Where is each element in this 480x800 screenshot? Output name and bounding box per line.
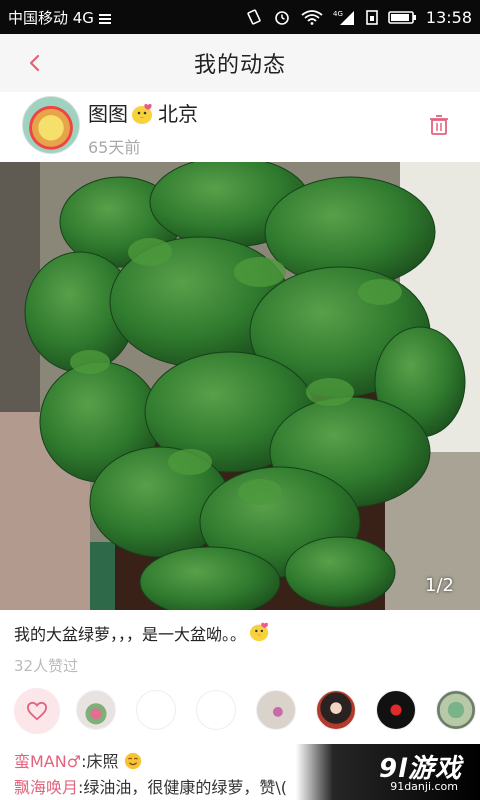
comment-text: :床照 bbox=[81, 752, 119, 771]
likers-row bbox=[0, 686, 480, 736]
battery-icon bbox=[388, 9, 418, 25]
post-timestamp: 65天前 bbox=[88, 138, 141, 157]
avatar[interactable] bbox=[22, 96, 80, 154]
comment-author[interactable]: 蛮MAN♂ bbox=[14, 752, 81, 771]
comment-text: :绿油油，很健康的绿萝，赞\( bbox=[78, 778, 288, 797]
sim-icon bbox=[364, 9, 380, 25]
liker-avatar[interactable] bbox=[376, 690, 416, 730]
like-button[interactable] bbox=[14, 688, 60, 734]
vibrate-icon bbox=[244, 9, 264, 25]
alarm-icon bbox=[272, 9, 292, 25]
chevron-left-icon bbox=[29, 54, 40, 72]
post-photo[interactable]: 1/2 bbox=[0, 162, 480, 610]
comment-item[interactable]: 蛮MAN♂:床照 bbox=[14, 748, 142, 772]
comment-author[interactable]: 飘海唤月 bbox=[14, 778, 78, 797]
status-bar: 中国移动 4G 4G 13:58 bbox=[0, 0, 480, 34]
wifi-icon bbox=[300, 9, 324, 25]
user-line: 图图 北京 bbox=[88, 98, 198, 127]
page-header: 我的动态 bbox=[0, 34, 480, 92]
photo-counter: 1/2 bbox=[425, 575, 454, 596]
liker-avatar[interactable] bbox=[436, 690, 476, 730]
carrier-label: 中国移动 4G bbox=[8, 8, 94, 27]
signal-icon: 4G bbox=[332, 9, 356, 25]
trash-icon bbox=[430, 115, 448, 135]
watermark-url: 91danji.com bbox=[390, 780, 458, 793]
location-label: 北京 bbox=[158, 102, 198, 126]
liker-avatar[interactable] bbox=[196, 690, 236, 730]
liker-avatar[interactable] bbox=[256, 690, 296, 730]
comment-item[interactable]: 飘海唤月:绿油油，很健康的绿萝，赞\( bbox=[14, 774, 287, 798]
like-count[interactable]: 32人赞过 bbox=[14, 655, 78, 676]
delete-button[interactable] bbox=[426, 112, 452, 138]
liker-avatar[interactable] bbox=[76, 690, 116, 730]
smile-emoji-icon bbox=[124, 752, 142, 771]
chick-emoji-icon bbox=[248, 620, 272, 646]
post-caption: 我的大盆绿萝，，，是一大盆呦。。 bbox=[14, 620, 272, 646]
plant-image bbox=[0, 162, 480, 610]
caption-text: 我的大盆绿萝，，，是一大盆呦。。 bbox=[14, 625, 247, 644]
post-header: 图图 北京 65天前 bbox=[0, 92, 480, 162]
menu-icon bbox=[98, 11, 112, 24]
chick-emoji-icon bbox=[130, 101, 156, 125]
clock: 13:58 bbox=[425, 7, 472, 27]
page-title: 我的动态 bbox=[193, 53, 286, 78]
liker-avatar[interactable] bbox=[316, 690, 356, 730]
username[interactable]: 图图 bbox=[88, 98, 128, 127]
network-badge: 4G bbox=[333, 10, 343, 18]
heart-icon bbox=[26, 701, 48, 721]
back-button[interactable] bbox=[18, 46, 52, 80]
liker-avatar[interactable] bbox=[136, 690, 176, 730]
site-watermark: 9l游戏 91danji.com bbox=[296, 744, 480, 800]
